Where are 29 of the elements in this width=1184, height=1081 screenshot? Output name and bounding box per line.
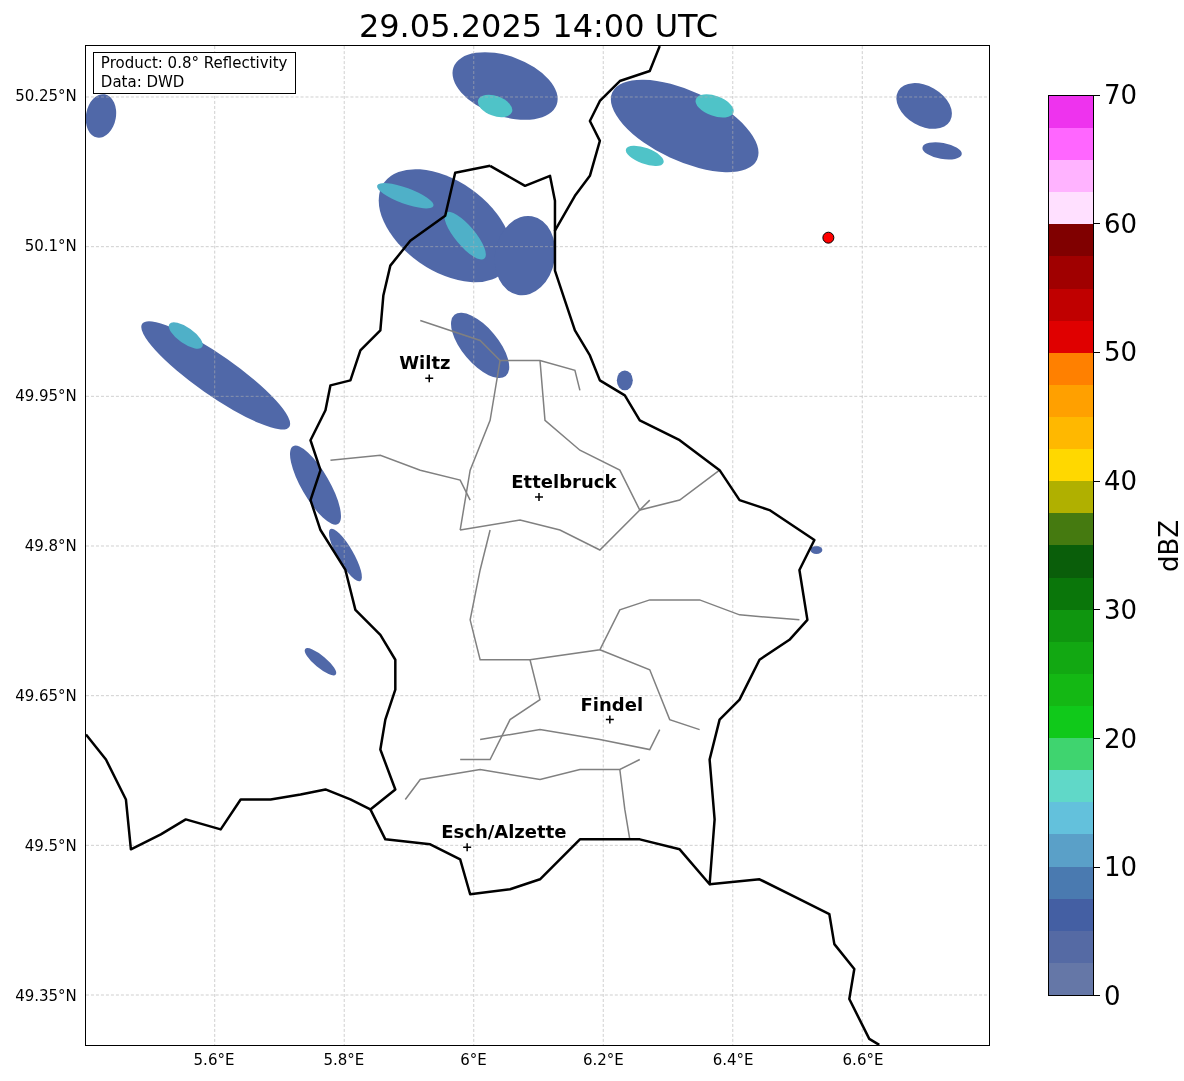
latitude-label: 49.35°N <box>15 987 77 1005</box>
info-text: Product: 0.8° Reflectivity <box>100 54 288 73</box>
colorbar-tick-label: 70 <box>1104 80 1138 110</box>
chart-title: 29.05.2025 14:00 UTC <box>358 7 719 45</box>
latitude-label: 50.25°N <box>15 87 77 105</box>
colorbar-axis-label: dBZ <box>1154 519 1184 572</box>
latitude-label: 49.65°N <box>15 687 77 705</box>
colorbar-tick-label: 50 <box>1104 337 1138 368</box>
longitude-label: 5.6°E <box>193 1051 235 1069</box>
colorbar-tick-label: 0 <box>1104 980 1121 1011</box>
latitude-label: 49.5°N <box>24 837 77 855</box>
colorbar-tick-label: 20 <box>1104 723 1138 754</box>
city-label: Findel <box>580 695 644 715</box>
city-label: Ettelbruck <box>511 472 617 492</box>
longitude-label: 6.6°E <box>842 1051 884 1069</box>
longitude-label: 6.4°E <box>712 1051 754 1069</box>
colorbar-tick-label: 40 <box>1104 466 1138 497</box>
latitude-label: 49.95°N <box>15 387 77 405</box>
city-label: Esch/Alzette <box>441 822 567 842</box>
colorbar-tick-label: 30 <box>1104 594 1138 625</box>
longitude-label: 6°E <box>460 1051 487 1069</box>
longitude-label: 6.2°E <box>582 1051 624 1069</box>
colorbar-tick-label: 60 <box>1104 208 1138 239</box>
longitude-label: 5.8°E <box>323 1051 365 1069</box>
info-text: Data: DWD <box>100 73 186 92</box>
latitude-label: 50.1°N <box>24 237 77 255</box>
city-label: Wiltz <box>399 353 451 373</box>
latitude-label: 49.8°N <box>24 537 77 555</box>
colorbar-tick-label: 10 <box>1104 852 1138 883</box>
